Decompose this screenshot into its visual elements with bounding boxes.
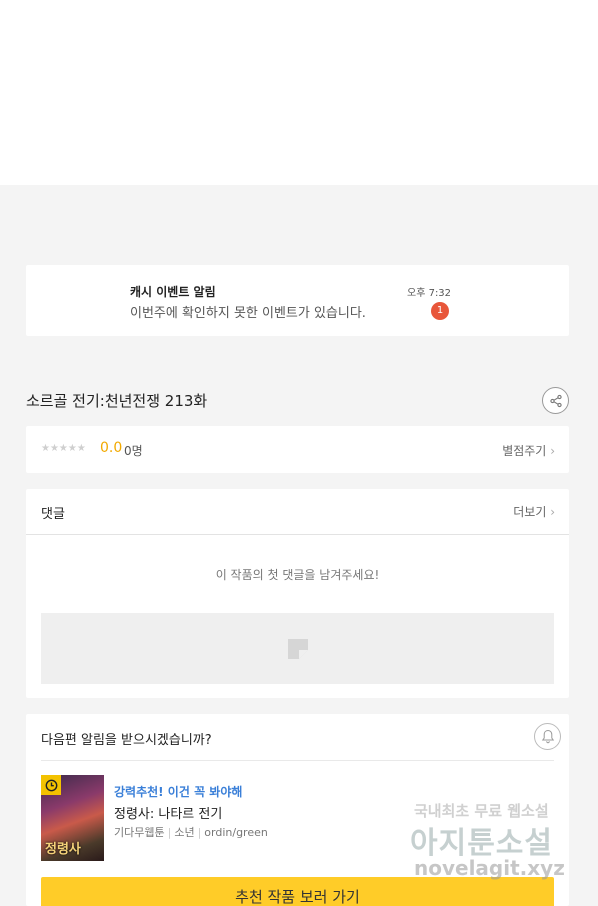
rating-stars: ★★★★★ [41,443,86,454]
cover-title-text: 정령사 [45,842,81,857]
comments-section: 댓글 더보기 › 이 작품의 첫 댓글을 남겨주세요! [26,489,569,698]
notification-badge: 1 [431,302,449,320]
alarm-toggle-button[interactable] [534,723,561,750]
notification-time: 오후 7:32 [407,288,452,299]
comments-more-button[interactable]: 더보기 › [513,503,555,520]
rating-score: 0.0 [100,440,123,456]
meta-separator: | [167,826,172,839]
share-icon [549,394,562,407]
notification-message: 이번주에 확인하지 못한 이벤트가 있습니다. [130,306,366,321]
comments-heading: 댓글 [41,507,65,522]
rate-button-label: 별점주기 [502,444,547,458]
rating-bar: ★★★★★ 0.0 0명 별점주기 › [26,426,569,473]
recommend-label: 강력추천! 이건 꼭 봐야해 [114,785,243,799]
wait-free-clock-icon [41,775,61,795]
bell-icon [541,729,554,744]
recommended-meta: 기다무웹툰 | 소년 | ordin/green [114,824,268,840]
recommended-genre: 기다무웹툰 [114,826,165,839]
site-watermark: 국내최초 무료 웹소설 아지툰소설 novelagit.xyz [410,798,580,888]
next-alarm-question: 다음편 알림을 받으시겠습니까? [41,733,212,748]
divider [26,534,569,535]
divider [41,760,554,761]
recommended-title[interactable]: 정령사: 나타르 전기 [114,803,222,822]
recommended-cover-image[interactable]: 정령사 [41,775,104,861]
watermark-url: novelagit.xyz [414,856,565,880]
rate-button[interactable]: 별점주기 › [502,442,555,459]
notification-title: 캐시 이벤트 알림 [130,285,216,299]
comment-input-area[interactable] [41,613,554,684]
recommended-author: ordin/green [204,826,268,839]
chevron-right-icon: › [550,444,555,458]
comments-more-label: 더보기 [513,505,547,519]
comments-empty-message: 이 작품의 첫 댓글을 남겨주세요! [215,568,380,582]
cash-event-notification[interactable]: 캐시 이벤트 알림 이번주에 확인하지 못한 이벤트가 있습니다. 오후 7:3… [26,265,569,336]
top-blank-area [0,0,598,185]
recommended-category: 소년 [174,826,195,839]
comment-placeholder-icon [287,638,308,659]
chevron-right-icon: › [550,505,555,519]
rating-count: 0명 [124,444,143,458]
episode-title: 소르골 전기:천년전쟁 213화 [26,392,208,410]
share-button[interactable] [542,387,569,414]
meta-separator: | [197,826,202,839]
